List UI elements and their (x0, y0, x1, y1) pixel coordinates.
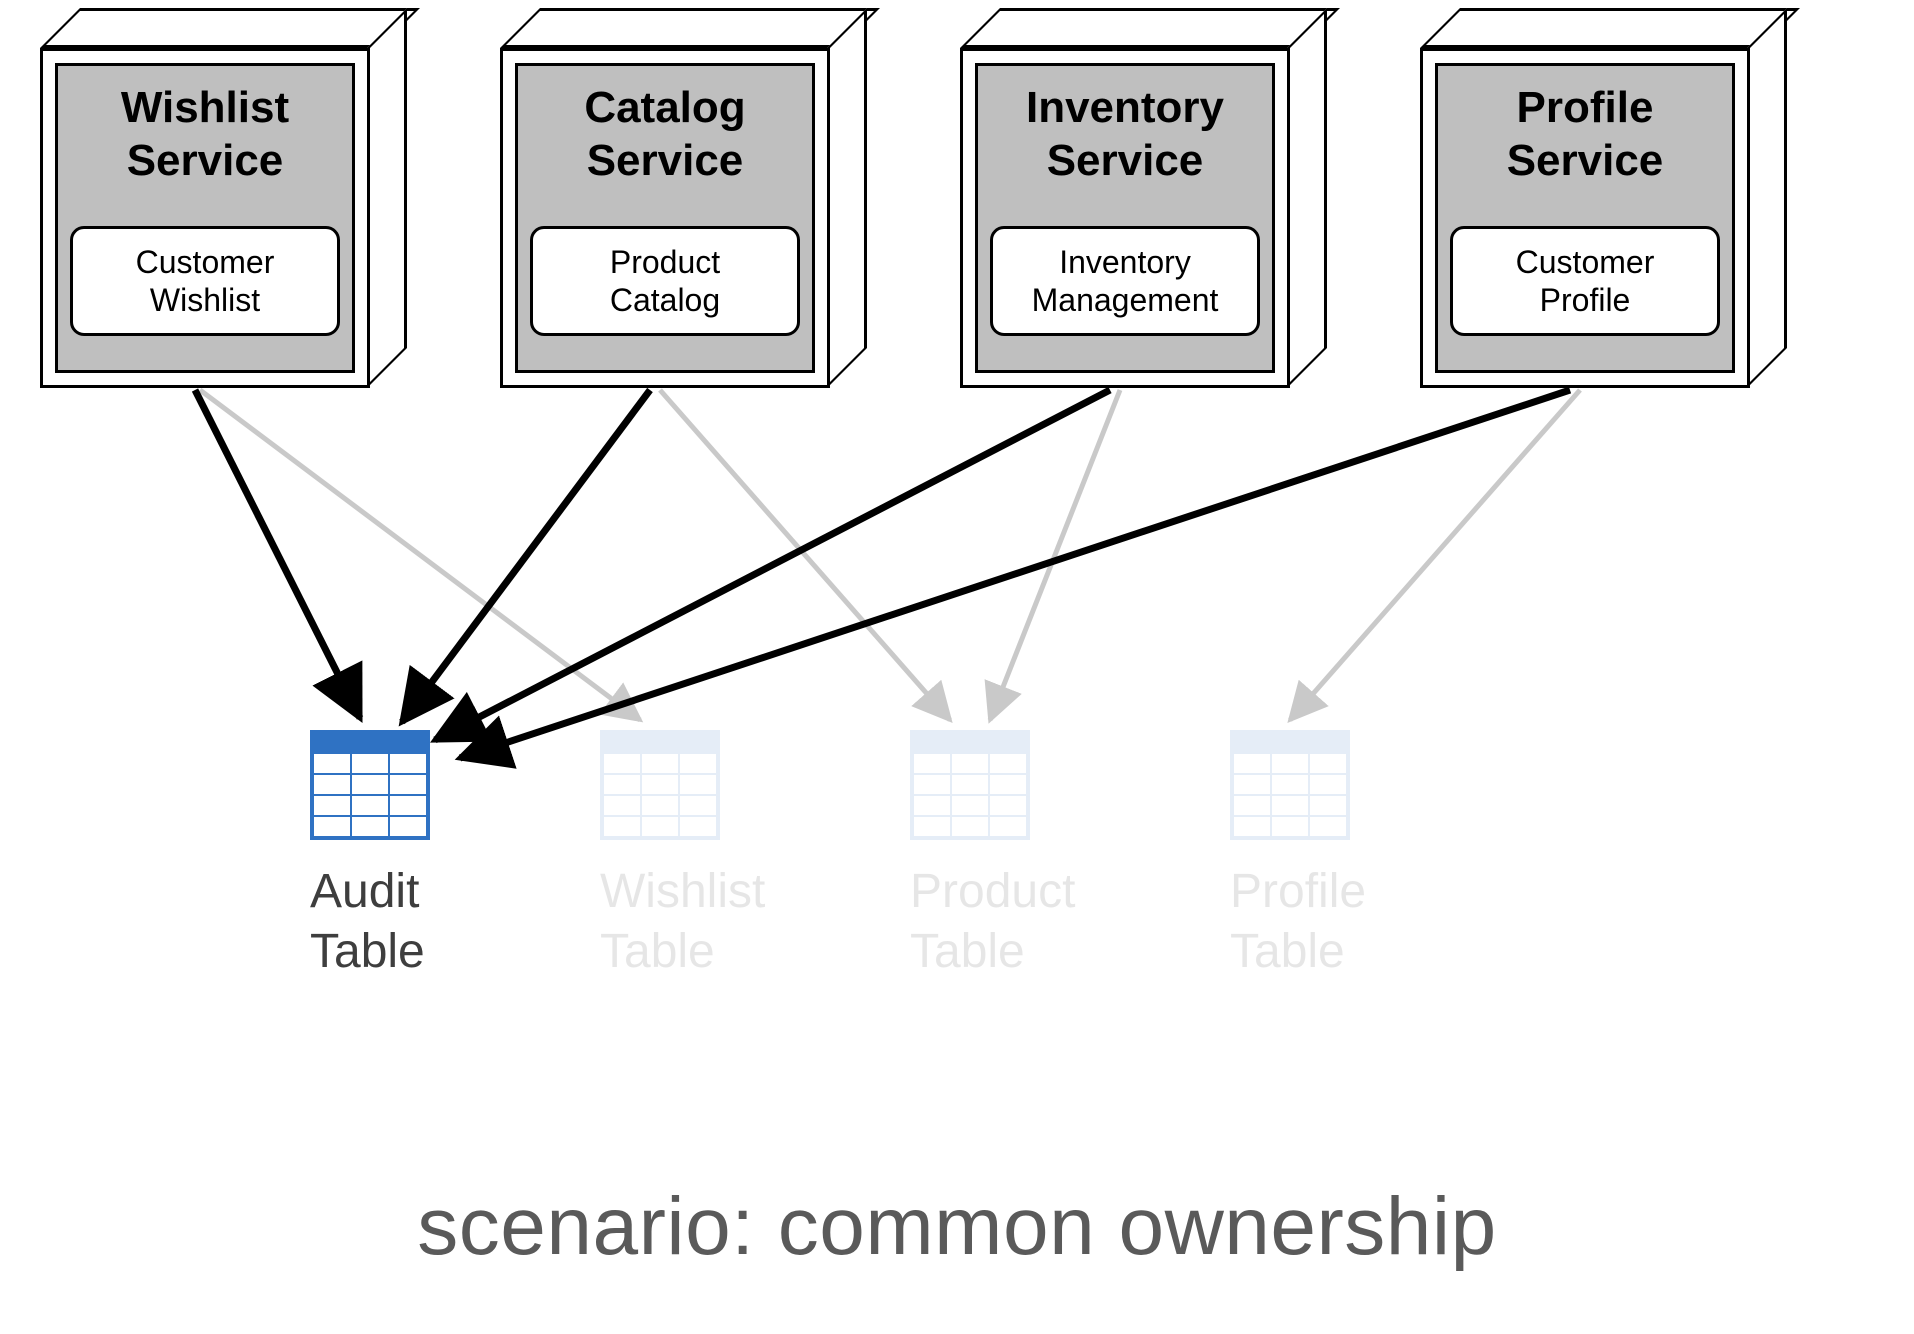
table-label: WishlistTable (600, 862, 765, 982)
table-icon (1230, 730, 1350, 840)
table-wishlist: WishlistTable (600, 730, 765, 982)
service-profile: Profile Service CustomerProfile (1420, 8, 1790, 388)
diagram-canvas: Wishlist Service CustomerWishlist Catalo… (0, 0, 1914, 1334)
scenario-caption: scenario: common ownership (0, 1180, 1914, 1274)
service-module: InventoryManagement (990, 226, 1260, 336)
service-module-label: CustomerProfile (1516, 243, 1655, 320)
table-product: ProductTable (910, 730, 1075, 982)
service-module-label: InventoryManagement (1032, 243, 1219, 320)
service-module: CustomerProfile (1450, 226, 1720, 336)
service-title-line2: Service (978, 135, 1272, 188)
table-audit: AuditTable (310, 730, 430, 982)
service-title-line1: Wishlist (58, 82, 352, 135)
box-top (500, 8, 880, 48)
table-label: ProductTable (910, 862, 1075, 982)
box-side (1287, 8, 1327, 388)
service-inventory: Inventory Service InventoryManagement (960, 8, 1330, 388)
service-module-label: CustomerWishlist (136, 243, 275, 320)
service-catalog: Catalog Service ProductCatalog (500, 8, 870, 388)
table-icon (310, 730, 430, 840)
table-icon (910, 730, 1030, 840)
box-side (367, 8, 407, 388)
box-top (40, 8, 420, 48)
service-title-line1: Catalog (518, 82, 812, 135)
service-module: CustomerWishlist (70, 226, 340, 336)
service-module-label: ProductCatalog (610, 243, 720, 320)
table-label: AuditTable (310, 862, 430, 982)
box-top (1420, 8, 1800, 48)
table-profile: ProfileTable (1230, 730, 1366, 982)
box-top (960, 8, 1340, 48)
service-wishlist: Wishlist Service CustomerWishlist (40, 8, 410, 388)
service-title-line2: Service (1438, 135, 1732, 188)
service-title-line1: Profile (1438, 82, 1732, 135)
service-title-line1: Inventory (978, 82, 1272, 135)
service-title-line2: Service (518, 135, 812, 188)
box-side (827, 8, 867, 388)
service-module: ProductCatalog (530, 226, 800, 336)
box-side (1747, 8, 1787, 388)
table-label: ProfileTable (1230, 862, 1366, 982)
service-title-line2: Service (58, 135, 352, 188)
table-icon (600, 730, 720, 840)
